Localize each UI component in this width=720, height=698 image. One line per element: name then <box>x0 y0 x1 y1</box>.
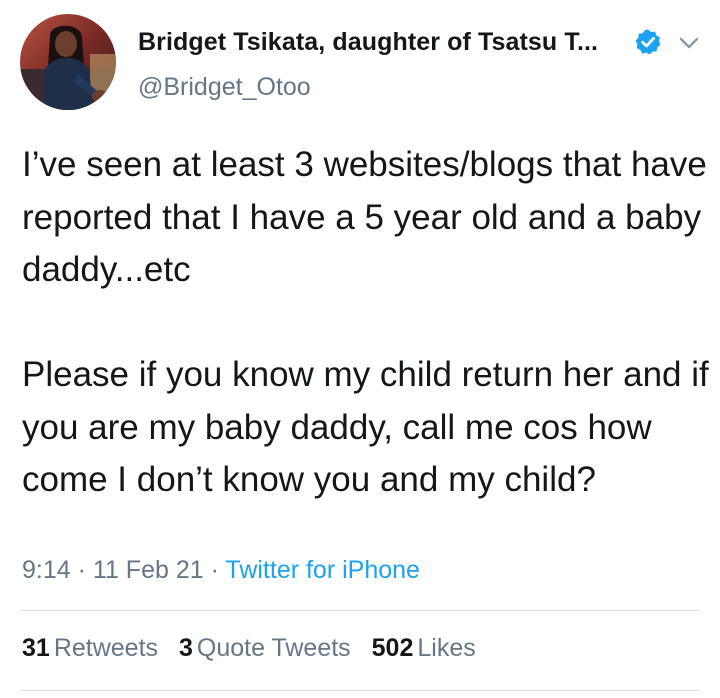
retweets-stat[interactable]: 31 Retweets <box>22 634 158 662</box>
divider <box>20 690 700 691</box>
tweet-meta: 9:14 · 11 Feb 21 · Twitter for iPhone <box>22 556 420 585</box>
retweets-label: Retweets <box>53 634 159 662</box>
tweet-date[interactable]: 11 Feb 21 <box>93 556 204 584</box>
meta-separator: · <box>210 556 226 584</box>
tweet-text: I’ve seen at least 3 websites/blogs that… <box>22 145 709 499</box>
tweet-time[interactable]: 9:14 <box>22 556 71 584</box>
author-handle[interactable]: @Bridget_Otoo <box>138 73 311 102</box>
likes-count: 502 <box>371 634 414 662</box>
meta-separator: · <box>77 556 93 584</box>
divider <box>20 610 700 611</box>
retweets-count: 31 <box>22 634 50 662</box>
quote-tweets-stat[interactable]: 3 Quote Tweets <box>179 634 351 662</box>
chevron-down-icon[interactable] <box>676 30 702 56</box>
quote-tweets-label: Quote Tweets <box>196 634 351 662</box>
tweet-stats: 31 Retweets 3 Quote Tweets 502 Likes <box>22 634 490 663</box>
likes-stat[interactable]: 502 Likes <box>372 634 476 662</box>
author-display-name[interactable]: Bridget Tsikata, daughter of Tsatsu T... <box>138 28 598 57</box>
verified-badge-icon <box>635 29 661 55</box>
avatar-image <box>20 14 116 110</box>
tweet-source-link[interactable]: Twitter for iPhone <box>225 556 420 584</box>
avatar[interactable] <box>20 14 116 110</box>
quote-tweets-count: 3 <box>178 634 193 662</box>
tweet-detail: Bridget Tsikata, daughter of Tsatsu T...… <box>0 0 720 698</box>
likes-label: Likes <box>417 634 476 662</box>
